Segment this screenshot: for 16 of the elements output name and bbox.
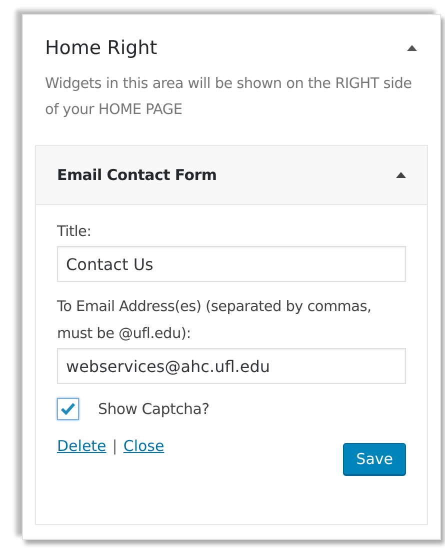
input-field[interactable]: Contact Us [57,246,406,282]
sidebar-title: Home Right [45,37,158,59]
collapse-icon[interactable] [406,44,418,52]
delete-link[interactable]: Delete [57,437,106,455]
checkbox-label: Show Captcha? [98,400,210,418]
sidebar-description: Widgets in this area will be shown on the RIGHT side of your HOME PAGE [45,75,413,120]
check-icon [60,402,76,416]
close-link[interactable]: Close [123,437,164,455]
separator: | [112,437,118,455]
field-label: Title: [57,223,92,242]
input-field[interactable]: webservices@ahc.ufl.edu [57,348,406,384]
widget-header[interactable]: Email Contact Form [36,146,427,205]
field-label: To Email Address(es) (separated by commas, must be @ufl.edu): [57,298,372,344]
checkbox[interactable] [57,398,79,420]
collapse-icon[interactable] [395,171,407,179]
save-button[interactable]: Save [343,443,406,475]
